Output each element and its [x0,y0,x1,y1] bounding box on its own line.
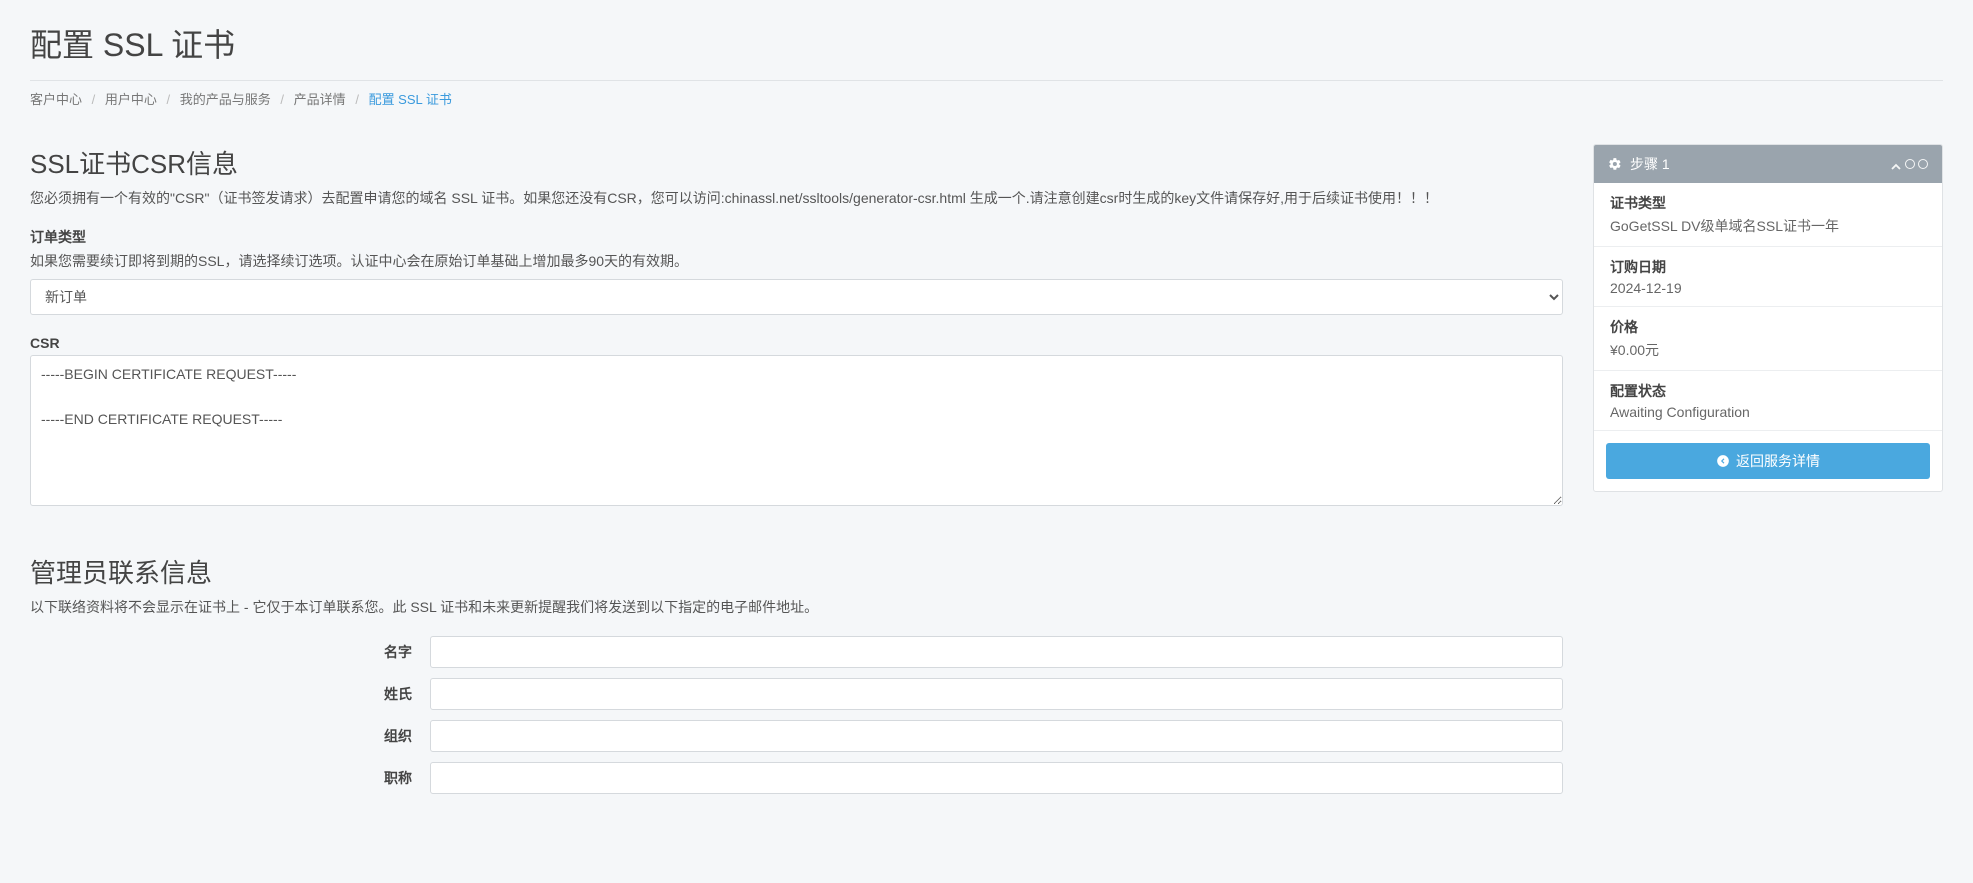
breadcrumb-link-my-products[interactable]: 我的产品与服务 [180,92,271,107]
csr-section-desc: 您必须拥有一个有效的"CSR"（证书签发请求）去配置申请您的域名 SSL 证书。… [30,187,1563,209]
order-type-hint: 如果您需要续订即将到期的SSL，请选择续订选项。认证中心会在原始订单基础上增加最… [30,251,1563,271]
back-to-service-button[interactable]: 返回服务详情 [1606,443,1930,479]
org-label: 组织 [30,726,430,746]
step-panel-header: 步骤 1 [1594,145,1942,183]
panel-item-value: 2024-12-19 [1610,280,1926,296]
step-panel: 步骤 1 证书类型 GoGetSSL DV级单域名SSL证书一年 [1593,144,1943,492]
back-button-label: 返回服务详情 [1736,451,1820,471]
breadcrumb-sep: / [92,92,96,107]
jobtitle-label: 职称 [30,768,430,788]
step-panel-title: 步骤 1 [1630,154,1670,174]
lastname-input[interactable] [430,678,1563,710]
panel-item-key: 订购日期 [1610,257,1926,277]
gear-icon [1608,157,1622,171]
breadcrumb-link-product-detail[interactable]: 产品详情 [294,92,346,107]
panel-item-value: ¥0.00元 [1610,340,1926,360]
org-input[interactable] [430,720,1563,752]
csr-section-title: SSL证书CSR信息 [30,144,1563,181]
firstname-label: 名字 [30,642,430,662]
page-title: 配置 SSL 证书 [30,20,1943,81]
lastname-label: 姓氏 [30,684,430,704]
arrow-left-circle-icon [1716,454,1730,468]
admin-section-desc: 以下联络资料将不会显示在证书上 - 它仅于本订单联系您。此 SSL 证书和未来更… [30,596,1563,618]
breadcrumb-link-user-center[interactable]: 用户中心 [105,92,157,107]
breadcrumb-current: 配置 SSL 证书 [369,92,452,107]
chevron-up-icon[interactable] [1890,159,1902,169]
circle-icon[interactable] [1905,159,1915,169]
breadcrumb-link-client-center[interactable]: 客户中心 [30,92,82,107]
jobtitle-input[interactable] [430,762,1563,794]
panel-item-key: 配置状态 [1610,381,1926,401]
breadcrumb-sep: / [355,92,359,107]
firstname-input[interactable] [430,636,1563,668]
csr-textarea[interactable] [30,355,1563,505]
panel-item-key: 价格 [1610,317,1926,337]
order-type-select[interactable]: 新订单 [30,279,1563,315]
order-type-label: 订单类型 [30,227,1563,247]
breadcrumb-sep: / [280,92,284,107]
panel-item-config-status: 配置状态 Awaiting Configuration [1594,371,1942,431]
panel-item-key: 证书类型 [1610,193,1926,213]
circle-icon[interactable] [1918,159,1928,169]
breadcrumb-sep: / [167,92,171,107]
step-panel-controls [1890,159,1928,169]
admin-section-title: 管理员联系信息 [30,553,1563,590]
panel-item-order-date: 订购日期 2024-12-19 [1594,247,1942,307]
breadcrumb: 客户中心 / 用户中心 / 我的产品与服务 / 产品详情 / 配置 SSL 证书 [30,89,1943,108]
panel-item-price: 价格 ¥0.00元 [1594,307,1942,371]
panel-item-value: GoGetSSL DV级单域名SSL证书一年 [1610,216,1926,236]
csr-label: CSR [30,335,1563,351]
panel-item-cert-type: 证书类型 GoGetSSL DV级单域名SSL证书一年 [1594,183,1942,247]
panel-item-value: Awaiting Configuration [1610,404,1926,420]
